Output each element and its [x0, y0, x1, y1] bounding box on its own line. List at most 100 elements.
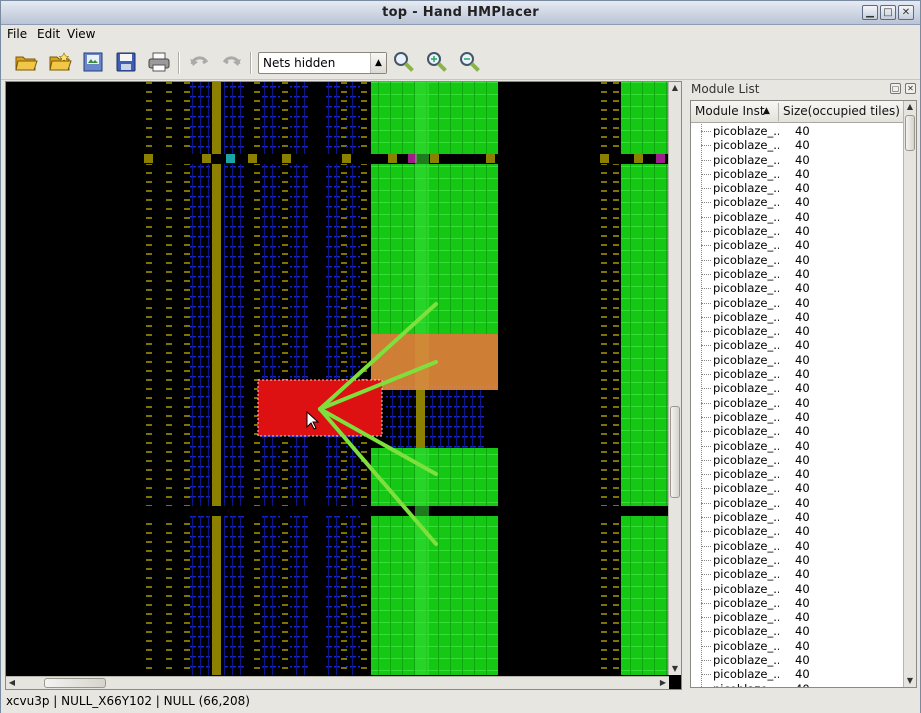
nets-visibility-select[interactable]: Nets hidden ▲: [258, 52, 387, 74]
module-row[interactable]: picoblaze_... 40: [691, 481, 903, 495]
module-row[interactable]: picoblaze_... 40: [691, 253, 903, 267]
placed-block[interactable]: [371, 82, 498, 154]
maximize-button[interactable]: □: [880, 5, 896, 20]
open-folder-icon[interactable]: [14, 50, 38, 74]
placed-block[interactable]: [621, 164, 669, 506]
zoom-out-icon[interactable]: [458, 50, 482, 74]
scroll-down-icon[interactable]: ▼: [904, 675, 916, 687]
module-row[interactable]: picoblaze_... 40: [691, 410, 903, 424]
chevron-down-icon[interactable]: ▲: [370, 53, 386, 73]
scroll-right-icon[interactable]: ▶: [657, 677, 669, 689]
module-row[interactable]: picoblaze_... 40: [691, 496, 903, 510]
module-row[interactable]: picoblaze_... 40: [691, 424, 903, 438]
zoom-fit-icon[interactable]: [392, 50, 416, 74]
module-row[interactable]: picoblaze_... 40: [691, 653, 903, 667]
module-row[interactable]: picoblaze_... 40: [691, 296, 903, 310]
close-button[interactable]: ✕: [898, 5, 914, 20]
menu-edit[interactable]: Edit: [37, 27, 60, 41]
placement-view[interactable]: ▲ ▼ ◀ ▶: [5, 81, 682, 690]
module-size: 40: [795, 409, 810, 424]
module-row[interactable]: picoblaze_... 40: [691, 367, 903, 381]
column-header-module-instance[interactable]: Module Insta: [695, 104, 765, 118]
module-row[interactable]: picoblaze_... 40: [691, 167, 903, 181]
module-row[interactable]: picoblaze_... 40: [691, 338, 903, 352]
menu-view[interactable]: View: [67, 27, 95, 41]
module-row[interactable]: picoblaze_... 40: [691, 610, 903, 624]
module-row[interactable]: picoblaze_... 40: [691, 381, 903, 395]
module-row[interactable]: picoblaze_... 40: [691, 267, 903, 281]
undo-icon[interactable]: [187, 50, 211, 74]
placed-block[interactable]: [371, 164, 498, 334]
redo-icon[interactable]: [220, 50, 244, 74]
tree-branch: [701, 416, 711, 418]
module-tree[interactable]: Module Insta ▲ Size(occupied tiles) pico…: [690, 100, 917, 688]
module-row[interactable]: picoblaze_... 40: [691, 539, 903, 553]
module-row[interactable]: picoblaze_... 40: [691, 667, 903, 681]
module-row[interactable]: picoblaze_... 40: [691, 353, 903, 367]
save-disk-icon[interactable]: [114, 50, 138, 74]
module-row[interactable]: picoblaze_... 40: [691, 582, 903, 596]
tree-branch: [701, 273, 711, 275]
placed-block[interactable]: [371, 448, 498, 506]
module-row[interactable]: picoblaze_... 40: [691, 439, 903, 453]
device-canvas[interactable]: [6, 82, 669, 675]
scroll-down-icon[interactable]: ▼: [669, 663, 681, 675]
module-row[interactable]: picoblaze_... 40: [691, 453, 903, 467]
module-row[interactable]: picoblaze_... 40: [691, 324, 903, 338]
module-row[interactable]: picoblaze_... 40: [691, 181, 903, 195]
tree-branch: [701, 359, 711, 361]
canvas-vertical-scrollbar[interactable]: ▲ ▼: [668, 82, 681, 675]
module-instance-name: picoblaze_...: [713, 367, 779, 382]
tree-branch: [701, 402, 711, 404]
module-size: 40: [795, 352, 810, 367]
scroll-up-icon[interactable]: ▲: [904, 101, 916, 113]
module-size: 40: [795, 338, 810, 353]
module-row[interactable]: picoblaze_... 40: [691, 624, 903, 638]
module-row[interactable]: picoblaze_... 40: [691, 210, 903, 224]
tree-branch: [701, 159, 711, 161]
sort-ascending-icon[interactable]: ▲: [763, 106, 770, 116]
module-row[interactable]: picoblaze_... 40: [691, 524, 903, 538]
scroll-up-icon[interactable]: ▲: [669, 82, 681, 94]
module-row[interactable]: picoblaze_... 40: [691, 124, 903, 138]
module-row[interactable]: picoblaze_... 40: [691, 224, 903, 238]
save-image-icon[interactable]: [81, 50, 105, 74]
module-row[interactable]: picoblaze_... 40: [691, 467, 903, 481]
module-row[interactable]: picoblaze_... 40: [691, 310, 903, 324]
module-row[interactable]: picoblaze_... 40: [691, 238, 903, 252]
device-fabric[interactable]: [6, 82, 669, 675]
module-row[interactable]: picoblaze_... 40: [691, 281, 903, 295]
horizontal-scroll-thumb[interactable]: [44, 678, 106, 688]
zoom-in-icon[interactable]: [425, 50, 449, 74]
module-row[interactable]: picoblaze_... 40: [691, 553, 903, 567]
module-row[interactable]: picoblaze_... 40: [691, 138, 903, 152]
canvas-horizontal-scrollbar[interactable]: ◀ ▶: [6, 676, 669, 689]
tree-branch: [701, 574, 711, 576]
close-panel-icon[interactable]: ✕: [905, 83, 916, 94]
module-row[interactable]: picoblaze_... 40: [691, 153, 903, 167]
column-header-size[interactable]: Size(occupied tiles): [783, 104, 900, 118]
module-list-scroll-thumb[interactable]: [905, 115, 915, 151]
print-icon[interactable]: [147, 50, 171, 74]
module-row[interactable]: picoblaze_... 40: [691, 195, 903, 209]
column-divider[interactable]: [778, 103, 779, 121]
title-bar: top - Hand HMPlacer ▁ □ ✕: [1, 1, 920, 25]
module-row[interactable]: picoblaze_... 40: [691, 396, 903, 410]
module-instance-name: picoblaze_...: [713, 124, 779, 138]
module-row[interactable]: picoblaze_... 40: [691, 596, 903, 610]
module-instance-name: picoblaze_...: [713, 281, 779, 296]
menu-file[interactable]: File: [7, 27, 27, 41]
module-row[interactable]: picoblaze_... 40: [691, 567, 903, 581]
placed-block[interactable]: [621, 516, 669, 675]
module-list-scrollbar[interactable]: ▲ ▼: [903, 101, 916, 687]
open-folder-star-icon[interactable]: [48, 50, 72, 74]
scroll-left-icon[interactable]: ◀: [6, 677, 18, 689]
module-row[interactable]: picoblaze_... 40: [691, 639, 903, 653]
placed-block[interactable]: [621, 82, 669, 154]
module-row[interactable]: picoblaze_... 40: [691, 682, 903, 687]
module-row[interactable]: picoblaze_... 40: [691, 510, 903, 524]
vertical-scroll-thumb[interactable]: [670, 406, 680, 498]
minimize-button[interactable]: ▁: [862, 5, 878, 20]
float-panel-icon[interactable]: ▢: [890, 83, 901, 94]
tree-branch: [701, 245, 711, 247]
